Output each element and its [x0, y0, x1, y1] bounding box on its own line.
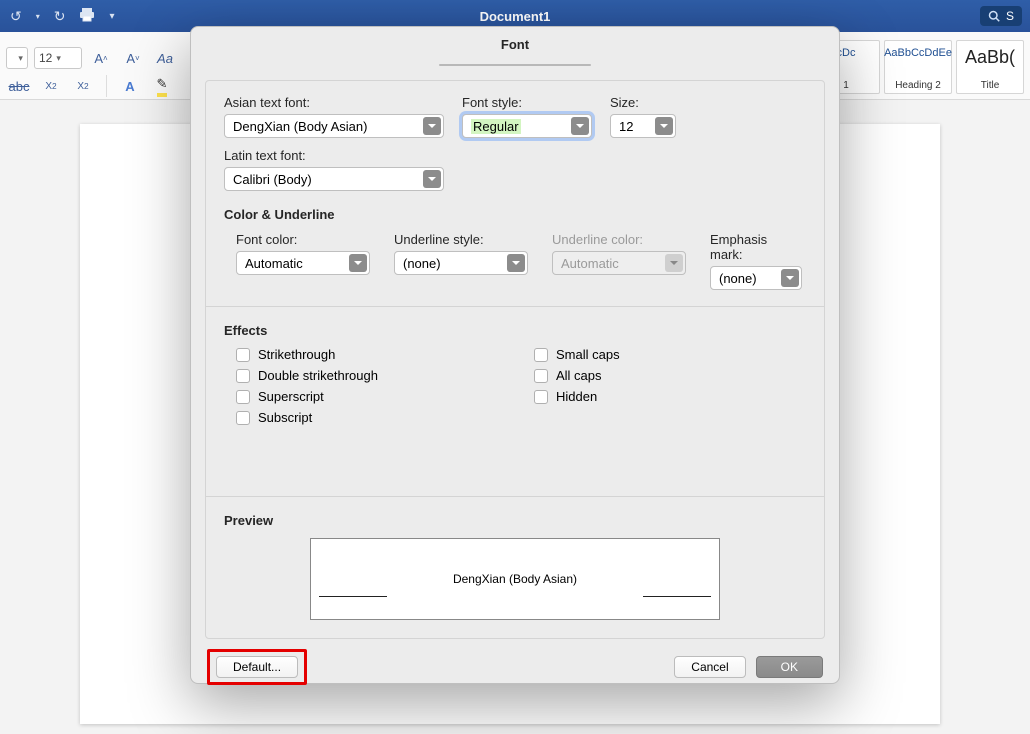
strike-button[interactable]: abc: [6, 74, 32, 98]
style-card[interactable]: AaBbCcDdEe Heading 2: [884, 40, 952, 94]
dialog-title: Font: [191, 27, 839, 64]
undo-dropdown-icon[interactable]: ▾: [36, 12, 40, 21]
qat-customize-icon[interactable]: ▾: [109, 11, 114, 22]
chevron-down-icon: [349, 254, 367, 272]
preview-text: DengXian (Body Asian): [453, 572, 577, 586]
subscript-button[interactable]: X2: [38, 74, 64, 98]
strike-checkbox[interactable]: Strikethrough: [236, 347, 516, 362]
color-underline-heading: Color & Underline: [224, 207, 806, 222]
emphasis-label: Emphasis mark:: [710, 232, 802, 262]
chevron-down-icon: [423, 117, 441, 135]
change-case-button[interactable]: Aa: [152, 46, 178, 70]
document-title: Document1: [0, 9, 1030, 24]
underline-style-combo[interactable]: (none): [394, 251, 528, 275]
latin-font-label: Latin text font:: [224, 148, 806, 163]
asian-font-label: Asian text font:: [224, 95, 444, 110]
style-card[interactable]: AaBb( Title: [956, 40, 1024, 94]
font-dialog: Font Advanced Asian text font: DengXian …: [190, 26, 840, 684]
search-placeholder: S: [1006, 9, 1014, 23]
effects-heading: Effects: [224, 323, 806, 338]
dialog-tabs: Advanced: [439, 64, 590, 66]
dialog-panel: Asian text font: DengXian (Body Asian) F…: [205, 80, 825, 639]
highlight-button[interactable]: ✎: [149, 74, 175, 98]
font-style-label: Font style:: [462, 95, 592, 110]
search-box[interactable]: S: [980, 6, 1022, 26]
shrink-font-button[interactable]: A˅: [120, 46, 146, 70]
redo-icon[interactable]: ↻: [54, 8, 66, 25]
chevron-down-icon: [781, 269, 799, 287]
preview-box: DengXian (Body Asian): [310, 538, 720, 620]
superscript-checkbox[interactable]: Superscript: [236, 389, 516, 404]
size-combo[interactable]: 12: [610, 114, 676, 138]
default-highlight: Default...: [207, 649, 307, 685]
chevron-down-icon: [507, 254, 525, 272]
latin-font-combo[interactable]: Calibri (Body): [224, 167, 444, 191]
underline-color-label: Underline color:: [552, 232, 686, 247]
chevron-down-icon: [571, 117, 589, 135]
emphasis-combo[interactable]: (none): [710, 266, 802, 290]
hidden-checkbox[interactable]: Hidden: [534, 389, 620, 404]
underline-style-label: Underline style:: [394, 232, 528, 247]
font-color-label: Font color:: [236, 232, 370, 247]
print-icon[interactable]: [79, 8, 95, 25]
cancel-button[interactable]: Cancel: [674, 656, 745, 678]
chevron-down-icon: [665, 254, 683, 272]
font-size-combo[interactable]: 12▾: [34, 47, 82, 69]
styles-gallery[interactable]: cDc 1 AaBbCcDdEe Heading 2 AaBb( Title: [812, 40, 1024, 94]
asian-font-combo[interactable]: DengXian (Body Asian): [224, 114, 444, 138]
tab-advanced[interactable]: Advanced: [496, 65, 589, 66]
double-strike-checkbox[interactable]: Double strikethrough: [236, 368, 516, 383]
font-style-combo[interactable]: Regular: [462, 114, 592, 138]
chevron-down-icon: [423, 170, 441, 188]
smallcaps-checkbox[interactable]: Small caps: [534, 347, 620, 362]
superscript-button[interactable]: X2: [70, 74, 96, 98]
ok-button[interactable]: OK: [756, 656, 823, 678]
size-label: Size:: [610, 95, 676, 110]
text-effects-button[interactable]: A: [117, 74, 143, 98]
tab-font[interactable]: [440, 65, 496, 66]
preview-heading: Preview: [224, 513, 806, 528]
allcaps-checkbox[interactable]: All caps: [534, 368, 620, 383]
undo-icon[interactable]: ↺: [10, 8, 22, 25]
font-color-combo[interactable]: Automatic: [236, 251, 370, 275]
default-button[interactable]: Default...: [216, 656, 298, 678]
subscript-checkbox[interactable]: Subscript: [236, 410, 516, 425]
chevron-down-icon: [655, 117, 673, 135]
underline-color-combo: Automatic: [552, 251, 686, 275]
font-name-combo[interactable]: ▾: [6, 47, 28, 69]
grow-font-button[interactable]: A˄: [88, 46, 114, 70]
